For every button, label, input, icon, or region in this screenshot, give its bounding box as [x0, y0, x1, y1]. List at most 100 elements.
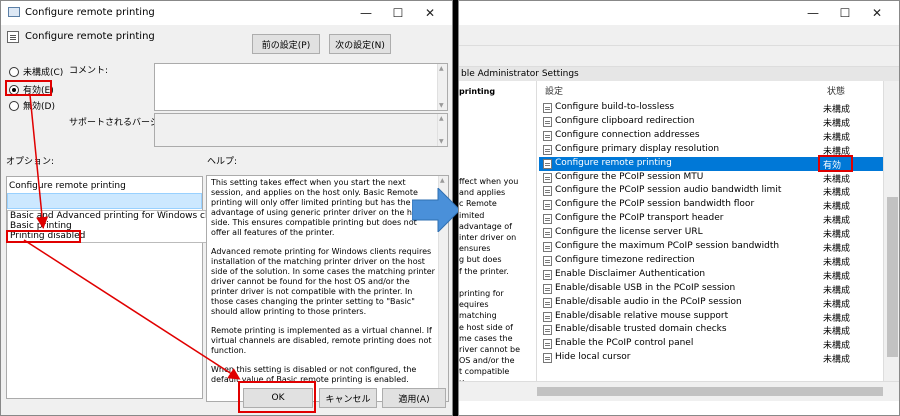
setting-row[interactable]: Configure the PCoIP session bandwidth fl…: [539, 198, 883, 212]
setting-state: 未構成: [823, 230, 851, 241]
policy-setting-icon: [543, 269, 552, 280]
description-line: matching: [459, 311, 497, 321]
policy-setting-icon: [543, 158, 552, 169]
setting-name: Enable/disable trusted domain checks: [555, 324, 727, 335]
setting-state: 未構成: [823, 327, 851, 338]
policy-setting-icon: [543, 339, 552, 350]
description-line: river cannot be: [459, 345, 521, 354]
setting-state: 未構成: [823, 174, 851, 185]
description-line: t compatible: [459, 367, 510, 377]
setting-row[interactable]: Configure the maximum PCoIP session band…: [539, 240, 883, 254]
setting-state: 未構成: [823, 257, 851, 268]
policy-setting-icon: [543, 130, 552, 141]
policy-setting-icon: [543, 242, 552, 252]
setting-row[interactable]: Configure timezone redirection 未構成: [539, 254, 883, 268]
policy-setting-icon: [543, 325, 552, 336]
setting-name: Configure the license server URL: [555, 227, 703, 238]
policy-editor-window: — ☐ ✕ ble Administrator Settings printin…: [458, 0, 900, 416]
policy-setting-icon: [543, 297, 552, 308]
highlight-enabled-state: [818, 155, 853, 172]
policy-setting-icon: [543, 172, 552, 183]
column-header-setting[interactable]: 設定: [545, 84, 563, 97]
setting-state: 未構成: [823, 202, 851, 213]
description-line: inter driver on: [459, 233, 517, 242]
settings-list: 設定 状態 Configure build-to-lossless 未構成 Conf…: [539, 81, 883, 381]
setting-row[interactable]: Configure the PCoIP session MTU 未構成: [539, 171, 883, 185]
setting-row[interactable]: Enable/disable trusted domain checks 未構成: [539, 323, 883, 337]
annotation-arrows: [23, 94, 241, 380]
setting-row[interactable]: Configure connection addresses 未構成: [539, 129, 883, 143]
setting-name: Configure remote printing: [555, 157, 672, 168]
setting-name: Enable the PCoIP control panel: [555, 338, 694, 349]
setting-name: Enable/disable USB in the PCoIP session: [555, 282, 736, 293]
policy-setting-icon: [543, 283, 552, 294]
extended-description-pane: printing ffect when you and applies c Remo…: [459, 81, 537, 381]
setting-row[interactable]: Enable/disable relative mouse support 未構成: [539, 310, 883, 324]
description-line: advantage of: [459, 221, 512, 231]
setting-name: Enable Disclaimer Authentication: [555, 268, 706, 279]
setting-name: Configure timezone redirection: [555, 254, 695, 265]
minimize-icon[interactable]: —: [797, 4, 829, 22]
setting-state: 未構成: [823, 118, 851, 129]
description-line: g but does: [459, 255, 502, 265]
description-line: and applies: [459, 188, 506, 198]
setting-state: 未構成: [823, 216, 851, 227]
setting-name: Configure the maximum PCoIP session band…: [555, 241, 780, 251]
setting-state: 未構成: [823, 341, 851, 352]
description-line: printing for: [459, 289, 504, 298]
setting-state: 未構成: [823, 244, 851, 254]
scroll-thumb[interactable]: [537, 387, 883, 396]
setting-row[interactable]: Enable Disclaimer Authentication 未構成: [539, 268, 883, 282]
policy-setting-icon: [543, 186, 552, 197]
setting-state: 未構成: [823, 188, 851, 199]
setting-state: 未構成: [823, 355, 851, 366]
list-scrollbar[interactable]: [883, 81, 899, 381]
setting-row[interactable]: Enable the PCoIP control panel 未構成: [539, 337, 883, 351]
setting-row[interactable]: Enable/disable USB in the PCoIP session 未…: [539, 282, 883, 296]
panel-header: ble Administrator Settings: [459, 67, 899, 81]
policy-setting-icon: [543, 311, 552, 322]
policy-setting-icon: [543, 228, 552, 239]
setting-row[interactable]: Configure the license server URL 未構成: [539, 226, 883, 240]
editor-titlebar: — ☐ ✕: [459, 1, 899, 25]
description-line: c Remote: [459, 199, 497, 209]
maximize-icon[interactable]: ☐: [829, 4, 861, 22]
setting-state: 未構成: [823, 313, 851, 324]
setting-state: 未構成: [823, 132, 851, 143]
setting-row[interactable]: Configure the PCoIP transport header 未構成: [539, 212, 883, 226]
setting-row[interactable]: Enable/disable audio in the PCoIP sessio…: [539, 296, 883, 310]
policy-setting-icon: [543, 214, 552, 225]
policy-setting-icon: [543, 353, 552, 364]
setting-state: 未構成: [823, 285, 851, 296]
description-line: OS and/or the: [459, 356, 515, 366]
policy-setting-icon: [543, 144, 552, 155]
setting-row[interactable]: Hide local cursor 未構成: [539, 351, 883, 365]
setting-name: Configure the PCoIP session MTU: [555, 171, 704, 182]
setting-row[interactable]: Configure clipboard redirection 未構成: [539, 115, 883, 129]
setting-row[interactable]: Configure build-to-lossless 未構成: [539, 101, 883, 115]
policy-setting-icon: [543, 103, 552, 113]
description-line: ensures: [459, 244, 491, 254]
description-line: me cases the: [459, 333, 513, 343]
scroll-thumb[interactable]: [887, 197, 898, 357]
close-icon[interactable]: ✕: [861, 4, 893, 22]
setting-name: Hide local cursor: [555, 352, 631, 363]
toolbar-area: [459, 25, 899, 67]
description-line: ffect when you: [459, 177, 519, 186]
description-line: f the printer.: [459, 266, 509, 276]
description-title: printing: [459, 87, 496, 96]
policy-setting-icon: [543, 116, 552, 127]
column-header-state[interactable]: 状態: [827, 84, 845, 97]
description-line: e host side of: [459, 322, 513, 332]
setting-row[interactable]: Configure the PCoIP session audio bandwi…: [539, 184, 883, 198]
horizontal-scrollbar[interactable]: [459, 381, 899, 401]
policy-setting-icon: [543, 255, 552, 266]
setting-name: Enable/disable relative mouse support: [555, 310, 729, 321]
setting-name: Configure build-to-lossless: [555, 102, 675, 112]
setting-name: Configure the PCoIP session bandwidth fl…: [555, 199, 755, 210]
setting-name: Configure clipboard redirection: [555, 115, 695, 126]
setting-name: Configure the PCoIP session audio bandwi…: [555, 185, 782, 196]
setting-name: Configure primary display resolution: [555, 143, 720, 154]
setting-name: Enable/disable audio in the PCoIP sessio…: [555, 296, 742, 307]
policy-setting-icon: [543, 200, 552, 211]
